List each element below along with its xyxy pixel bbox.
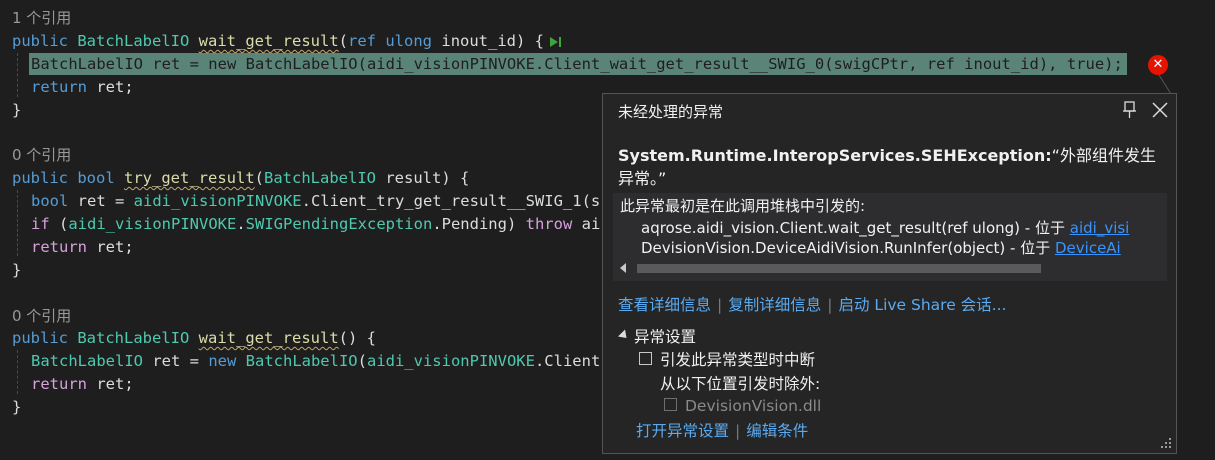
code-line-current: BatchLabelIO ret = new BatchLabelIO(aidi… bbox=[31, 55, 1123, 73]
live-share-link[interactable]: 启动 Live Share 会话... bbox=[839, 296, 1007, 314]
close-icon[interactable] bbox=[1149, 99, 1171, 121]
source-link[interactable]: DeviceAi bbox=[1055, 239, 1121, 257]
link-separator: | bbox=[717, 296, 723, 314]
stack-frame: DevisionVision.DeviceAidiVision.RunInfer… bbox=[641, 239, 1121, 257]
action-links: 查看详细信息 | 复制详细信息 | 启动 Live Share 会话... bbox=[618, 294, 1006, 316]
codelens-references[interactable]: 1 个引用 bbox=[12, 7, 71, 29]
except-item-option: DevisionVision.dll bbox=[664, 395, 821, 417]
except-item-checkbox bbox=[664, 398, 677, 411]
scrollbar-thumb[interactable] bbox=[637, 264, 1041, 273]
break-on-exception-option[interactable]: 引发此异常类型时中断 bbox=[639, 349, 815, 371]
edit-conditions-link[interactable]: 编辑条件 bbox=[746, 422, 808, 440]
code-line: BatchLabelIO ret = new BatchLabelIO(aidi… bbox=[31, 352, 601, 370]
indent-guide bbox=[17, 53, 18, 97]
popup-connector bbox=[1158, 75, 1172, 95]
copy-details-link[interactable]: 复制详细信息 bbox=[728, 296, 821, 314]
error-icon[interactable]: ✕ bbox=[1148, 55, 1168, 75]
view-details-link[interactable]: 查看详细信息 bbox=[618, 296, 711, 314]
code-line: return ret; bbox=[31, 238, 134, 256]
collapse-triangle-icon bbox=[617, 329, 631, 342]
code-line: public BatchLabelIO wait_get_result(ref … bbox=[12, 30, 562, 52]
source-link[interactable]: aidi_visi bbox=[1070, 219, 1130, 237]
indent-guide bbox=[17, 350, 18, 394]
link-separator: | bbox=[735, 422, 741, 440]
popup-title: 未经处理的异常 bbox=[618, 103, 724, 121]
call-stack-header: 此异常最初是在此调用堆栈中引发的: bbox=[620, 197, 866, 215]
call-stack-box[interactable]: 此异常最初是在此调用堆栈中引发的: aqrose.aidi_vision.Cli… bbox=[613, 193, 1167, 281]
bottom-links: 打开异常设置 | 编辑条件 bbox=[636, 420, 808, 442]
codelens-references[interactable]: 0 个引用 bbox=[12, 305, 71, 327]
break-checkbox[interactable] bbox=[639, 352, 652, 365]
code-line: } bbox=[12, 398, 22, 416]
run-to-click-icon[interactable] bbox=[550, 36, 559, 47]
code-line: bool ret = aidi_visionPINVOKE.Client_try… bbox=[31, 192, 601, 210]
code-line: return ret; bbox=[31, 78, 134, 96]
code-line: public bool try_get_result(BatchLabelIO … bbox=[12, 169, 470, 187]
stack-frame: aqrose.aidi_vision.Client.wait_get_resul… bbox=[641, 219, 1130, 237]
link-separator: | bbox=[827, 296, 833, 314]
resize-grip-icon[interactable] bbox=[1161, 438, 1171, 448]
exception-helper-popup: 未经处理的异常 System.Runtime.InteropServices.S… bbox=[602, 93, 1177, 454]
exception-settings-toggle[interactable]: 异常设置 bbox=[617, 326, 696, 348]
pin-icon[interactable] bbox=[1120, 99, 1140, 121]
codelens-references[interactable]: 0 个引用 bbox=[12, 144, 71, 166]
code-line: } bbox=[12, 261, 22, 279]
exception-message: System.Runtime.InteropServices.SEHExcept… bbox=[618, 146, 1156, 188]
code-line: return ret; bbox=[31, 375, 134, 393]
code-line: if (aidi_visionPINVOKE.SWIGPendingExcept… bbox=[31, 215, 601, 233]
except-label: 从以下位置引发时除外: bbox=[660, 375, 821, 393]
code-line: } bbox=[12, 101, 22, 119]
horizontal-scrollbar[interactable] bbox=[613, 259, 1167, 277]
run-to-click-bar bbox=[559, 36, 562, 47]
open-exception-settings-link[interactable]: 打开异常设置 bbox=[636, 422, 729, 440]
scroll-left-icon[interactable] bbox=[620, 263, 626, 273]
code-line: public BatchLabelIO wait_get_result() { bbox=[12, 329, 376, 347]
indent-guide bbox=[17, 190, 18, 256]
